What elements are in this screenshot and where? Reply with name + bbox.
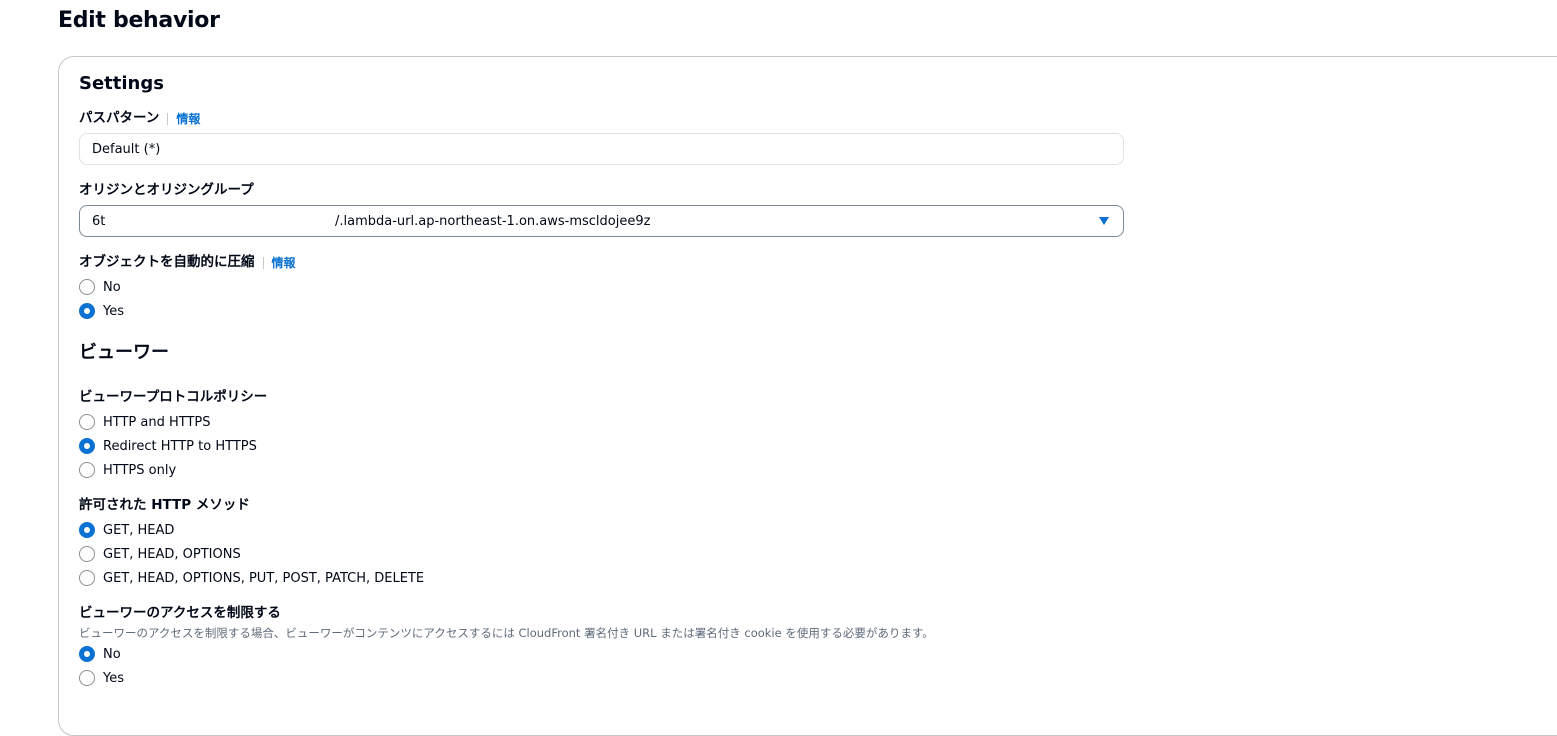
compress-label: オブジェクトを自動的に圧縮 bbox=[79, 254, 255, 271]
radio-button[interactable] bbox=[79, 303, 95, 319]
restrict-radio-yes[interactable]: Yes bbox=[79, 669, 124, 687]
radio-label: Yes bbox=[103, 303, 124, 319]
radio-button[interactable] bbox=[79, 462, 95, 478]
protocol-policy-label-row: ビューワープロトコルポリシー bbox=[79, 388, 267, 408]
radio-button[interactable] bbox=[79, 670, 95, 686]
settings-panel: Settings パスパターン 情報 Default (*) オリジンとオリジン… bbox=[58, 56, 1557, 736]
page-title: Edit behavior bbox=[58, 8, 220, 33]
restrict-access-label-row: ビューワーのアクセスを制限する bbox=[79, 604, 281, 624]
restrict-access-description: ビューワーのアクセスを制限する場合、ビューワーがコンテンツにアクセスするには C… bbox=[79, 626, 934, 640]
compress-label-row: オブジェクトを自動的に圧縮 情報 bbox=[79, 253, 296, 273]
radio-label: GET, HEAD, OPTIONS bbox=[103, 546, 241, 562]
methods-radio-get-head-options[interactable]: GET, HEAD, OPTIONS bbox=[79, 545, 241, 563]
origin-select-prefix: 6t bbox=[92, 214, 106, 229]
protocol-radio-redirect[interactable]: Redirect HTTP to HTTPS bbox=[79, 437, 257, 455]
radio-button[interactable] bbox=[79, 546, 95, 562]
allowed-methods-label: 許可された HTTP メソッド bbox=[79, 497, 250, 514]
path-pattern-label-row: パスパターン 情報 bbox=[79, 109, 200, 129]
protocol-radio-https-only[interactable]: HTTPS only bbox=[79, 461, 176, 479]
path-pattern-info-link[interactable]: 情報 bbox=[167, 113, 200, 125]
restrict-radio-no[interactable]: No bbox=[79, 645, 121, 663]
settings-section-title: Settings bbox=[79, 73, 164, 94]
radio-label: Redirect HTTP to HTTPS bbox=[103, 438, 257, 454]
radio-label: HTTPS only bbox=[103, 462, 177, 478]
caret-down-icon bbox=[1099, 217, 1109, 225]
radio-button[interactable] bbox=[79, 438, 95, 454]
radio-label: No bbox=[103, 646, 121, 662]
radio-label: GET, HEAD, OPTIONS, PUT, POST, PATCH, DE… bbox=[103, 570, 425, 586]
radio-button[interactable] bbox=[79, 646, 95, 662]
protocol-policy-label: ビューワープロトコルポリシー bbox=[79, 389, 268, 406]
radio-label: No bbox=[103, 279, 121, 295]
radio-button[interactable] bbox=[79, 279, 95, 295]
origin-label: オリジンとオリジングループ bbox=[79, 182, 254, 199]
radio-button[interactable] bbox=[79, 414, 95, 430]
compress-radio-no[interactable]: No bbox=[79, 278, 121, 296]
radio-button[interactable] bbox=[79, 522, 95, 538]
allowed-methods-label-row: 許可された HTTP メソッド bbox=[79, 496, 250, 516]
protocol-radio-http-https[interactable]: HTTP and HTTPS bbox=[79, 413, 211, 431]
path-pattern-input[interactable]: Default (*) bbox=[79, 133, 1124, 165]
origin-select-value: /.lambda-url.ap-northeast-1.on.aws-mscld… bbox=[335, 214, 651, 229]
radio-label: Yes bbox=[103, 670, 124, 686]
restrict-access-label: ビューワーのアクセスを制限する bbox=[79, 605, 281, 622]
viewer-section-title: ビューワー bbox=[79, 342, 169, 363]
methods-radio-all[interactable]: GET, HEAD, OPTIONS, PUT, POST, PATCH, DE… bbox=[79, 569, 424, 587]
radio-label: HTTP and HTTPS bbox=[103, 414, 211, 430]
compress-radio-yes[interactable]: Yes bbox=[79, 302, 124, 320]
origin-select[interactable]: 6t /.lambda-url.ap-northeast-1.on.aws-ms… bbox=[79, 205, 1124, 237]
radio-label: GET, HEAD bbox=[103, 522, 175, 538]
methods-radio-get-head[interactable]: GET, HEAD bbox=[79, 521, 174, 539]
path-pattern-label: パスパターン bbox=[79, 110, 160, 127]
compress-info-link[interactable]: 情報 bbox=[262, 257, 296, 269]
origin-label-row: オリジンとオリジングループ bbox=[79, 181, 254, 201]
radio-button[interactable] bbox=[79, 570, 95, 586]
path-pattern-value: Default (*) bbox=[92, 141, 161, 157]
